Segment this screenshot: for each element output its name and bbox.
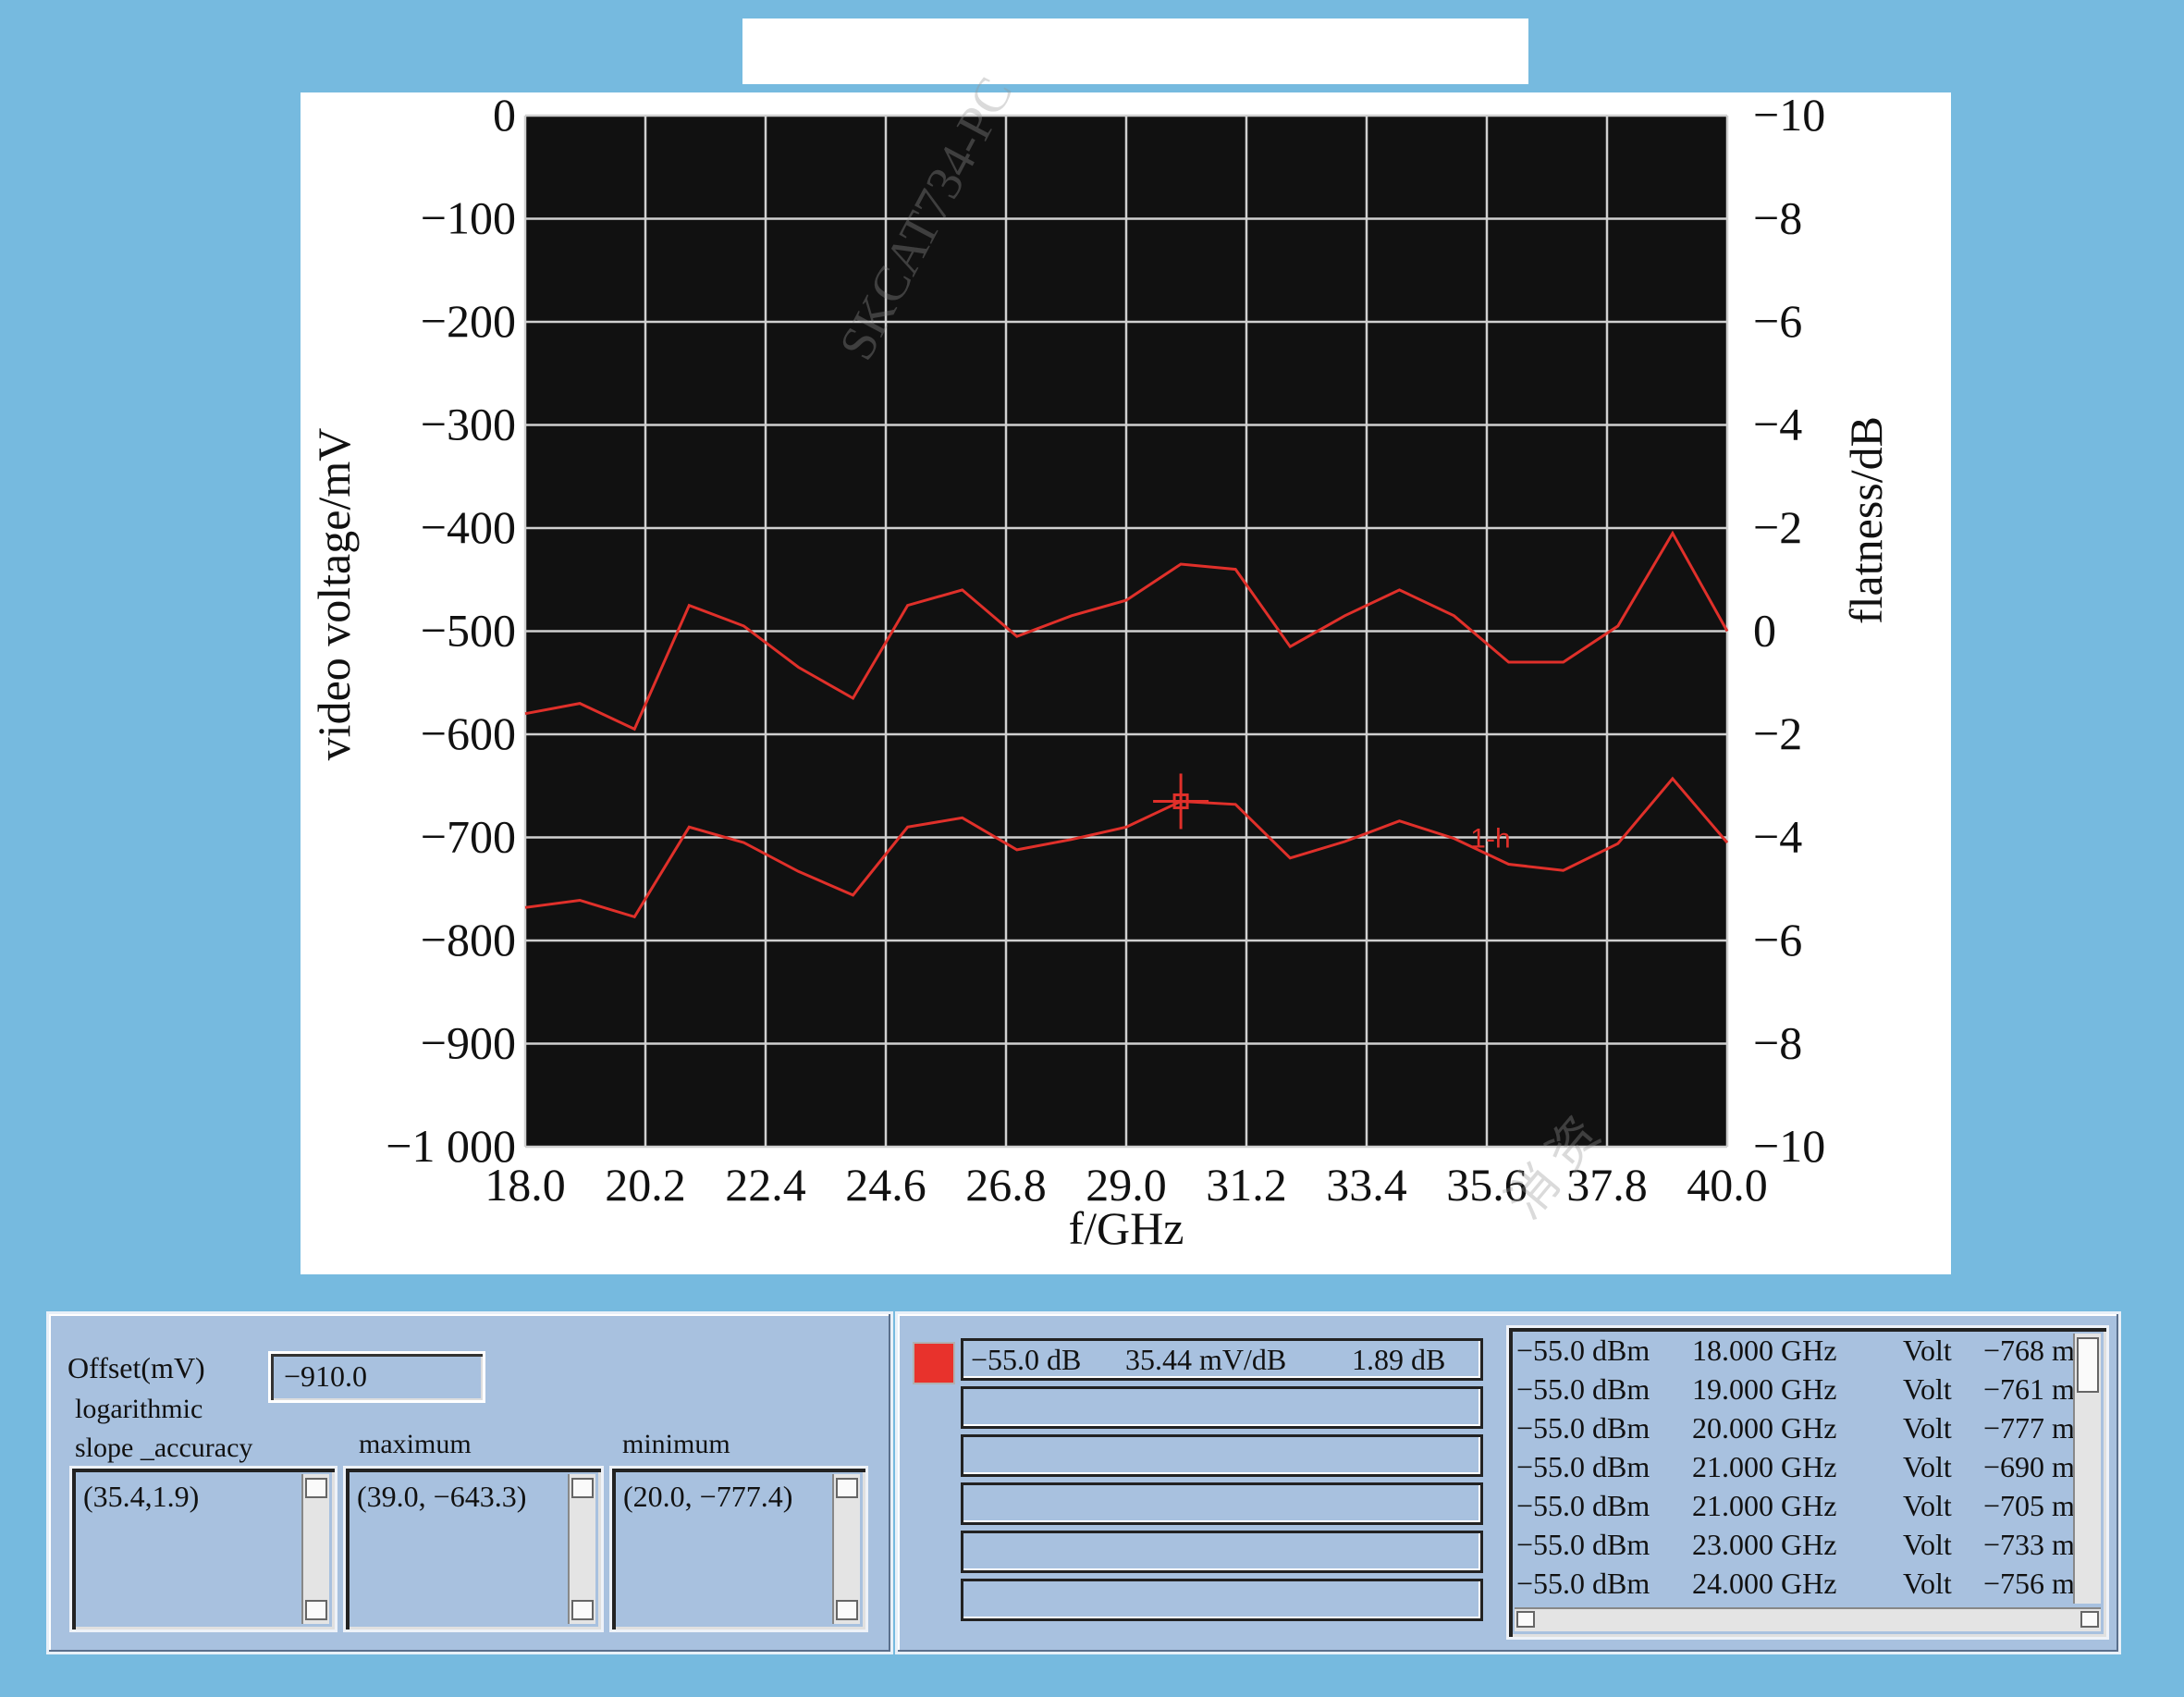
list-kind: Volt [1903,1334,1952,1367]
y-tick-label-right: 0 [1753,605,1776,657]
x-tick-label: 22.4 [725,1159,806,1211]
y-axis-label-right: flatness/dB [1840,416,1892,624]
list-power: −55.0 dBm [1516,1567,1650,1600]
flatness-chart: 18.0 20.2 22.4 24.6 26.8 29.0 31.2 33.4 35.6 37.8… [308,92,1892,1254]
summary-row[interactable]: −55.0 dB 35.44 mV/dB 1.89 dB [961,1338,1483,1381]
y-axis-label-left: video voltage/mV [308,428,360,761]
slope-accuracy-value: (35.4,1.9) [83,1480,200,1513]
control-panel: Offset(mV) −910.0 logarithmic slope _acc… [46,1311,893,1654]
maximum-scrollbar[interactable] [568,1474,595,1624]
y-tick-label-left: 0 [493,92,516,141]
list-power: −55.0 dBm [1516,1450,1650,1483]
y-tick-label-left: −1 000 [386,1120,516,1172]
list-frequency: 21.000 GHz [1692,1450,1837,1483]
list-power: −55.0 dBm [1516,1372,1650,1406]
y-tick-label-left: −500 [421,605,516,657]
list-kind: Volt [1903,1528,1952,1561]
minimum-value: (20.0, −777.4) [623,1480,793,1513]
y-tick-label-right: −8 [1753,192,1802,244]
slope-scrollbar[interactable] [301,1474,329,1624]
y-tick-label-right: −4 [1753,399,1802,450]
x-tick-label: 33.4 [1326,1159,1407,1211]
list-frequency: 19.000 GHz [1692,1372,1837,1406]
x-axis-label: f/GHz [1069,1202,1184,1254]
y-tick-label-left: −900 [421,1017,516,1069]
list-kind: Volt [1903,1489,1952,1522]
y-tick-label-right: −10 [1753,1120,1825,1172]
y-tick-label-right: −2 [1753,707,1802,759]
minimum-scrollbar[interactable] [832,1474,860,1624]
summary-row[interactable] [961,1482,1483,1525]
list-frequency: 20.000 GHz [1692,1411,1837,1445]
list-vertical-scrollbar[interactable] [2073,1334,2101,1604]
y-tick-label-left: −400 [421,501,516,553]
list-power: −55.0 dBm [1516,1528,1650,1561]
summary-row[interactable] [961,1386,1483,1429]
chart-panel: 18.0 20.2 22.4 24.6 26.8 29.0 31.2 33.4 35.6 37.8… [301,68,1951,1274]
x-tick-label: 26.8 [965,1159,1047,1211]
y-tick-label-right: −2 [1753,501,1802,553]
x-tick-label: 24.6 [845,1159,926,1211]
maximum-value: (39.0, −643.3) [357,1480,527,1513]
y-tick-label-right: −6 [1753,914,1802,965]
series-color-swatch[interactable] [913,1342,955,1384]
summary-row[interactable] [961,1531,1483,1573]
list-kind: Volt [1903,1450,1952,1483]
maximum-list[interactable]: (39.0, −643.3) [343,1466,604,1632]
list-kind: Volt [1903,1372,1952,1406]
list-frequency: 23.000 GHz [1692,1528,1837,1561]
y-tick-label-left: −600 [421,707,516,759]
list-kind: Volt [1903,1411,1952,1445]
minimum-label: minimum [622,1429,730,1459]
y-tick-label-right: −4 [1753,811,1802,863]
measurement-list[interactable]: −55.0 dBm 18.000 GHz Volt −768 mv −55.0 … [1506,1325,2109,1640]
x-tick-label: 37.8 [1566,1159,1648,1211]
offset-label: Offset(mV) [67,1351,205,1384]
logarithmic-label: logarithmic [75,1394,203,1424]
list-frequency: 18.000 GHz [1692,1334,1837,1367]
summary-row[interactable] [961,1434,1483,1477]
summary-flatness: 1.89 dB [1352,1343,1446,1376]
y-tick-label-left: −700 [421,811,516,863]
list-frequency: 24.000 GHz [1692,1567,1837,1600]
offset-field[interactable]: −910.0 [268,1351,485,1403]
list-kind: Volt [1903,1567,1952,1600]
title-bar [742,18,1528,84]
list-frequency: 21.000 GHz [1692,1489,1837,1522]
y-tick-label-right: −8 [1753,1017,1802,1069]
summary-row[interactable] [961,1579,1483,1621]
list-power: −55.0 dBm [1516,1334,1650,1367]
annotation-label: 1-h [1470,824,1510,855]
y-tick-label-left: −300 [421,399,516,450]
slope-accuracy-list[interactable]: (35.4,1.9) [69,1466,337,1632]
y-tick-label-right: −6 [1753,295,1802,347]
minimum-list[interactable]: (20.0, −777.4) [609,1466,868,1632]
y-tick-label-left: −200 [421,295,516,347]
maximum-label: maximum [359,1429,472,1459]
slope-accuracy-label: slope _accuracy [75,1433,253,1463]
list-horizontal-scrollbar[interactable] [1515,1607,2101,1631]
y-tick-label-left: −100 [421,192,516,244]
list-power: −55.0 dBm [1516,1489,1650,1522]
summary-power: −55.0 dB [971,1343,1082,1376]
results-panel: −55.0 dB 35.44 mV/dB 1.89 dB −55.0 dBm 1… [895,1311,2121,1654]
x-tick-label: 35.6 [1446,1159,1528,1211]
y-tick-label-left: −800 [421,914,516,965]
list-power: −55.0 dBm [1516,1411,1650,1445]
summary-slope: 35.44 mV/dB [1125,1343,1287,1376]
x-tick-label: 20.2 [605,1159,686,1211]
y-tick-label-right: −10 [1753,92,1825,141]
x-tick-label: 31.2 [1206,1159,1287,1211]
